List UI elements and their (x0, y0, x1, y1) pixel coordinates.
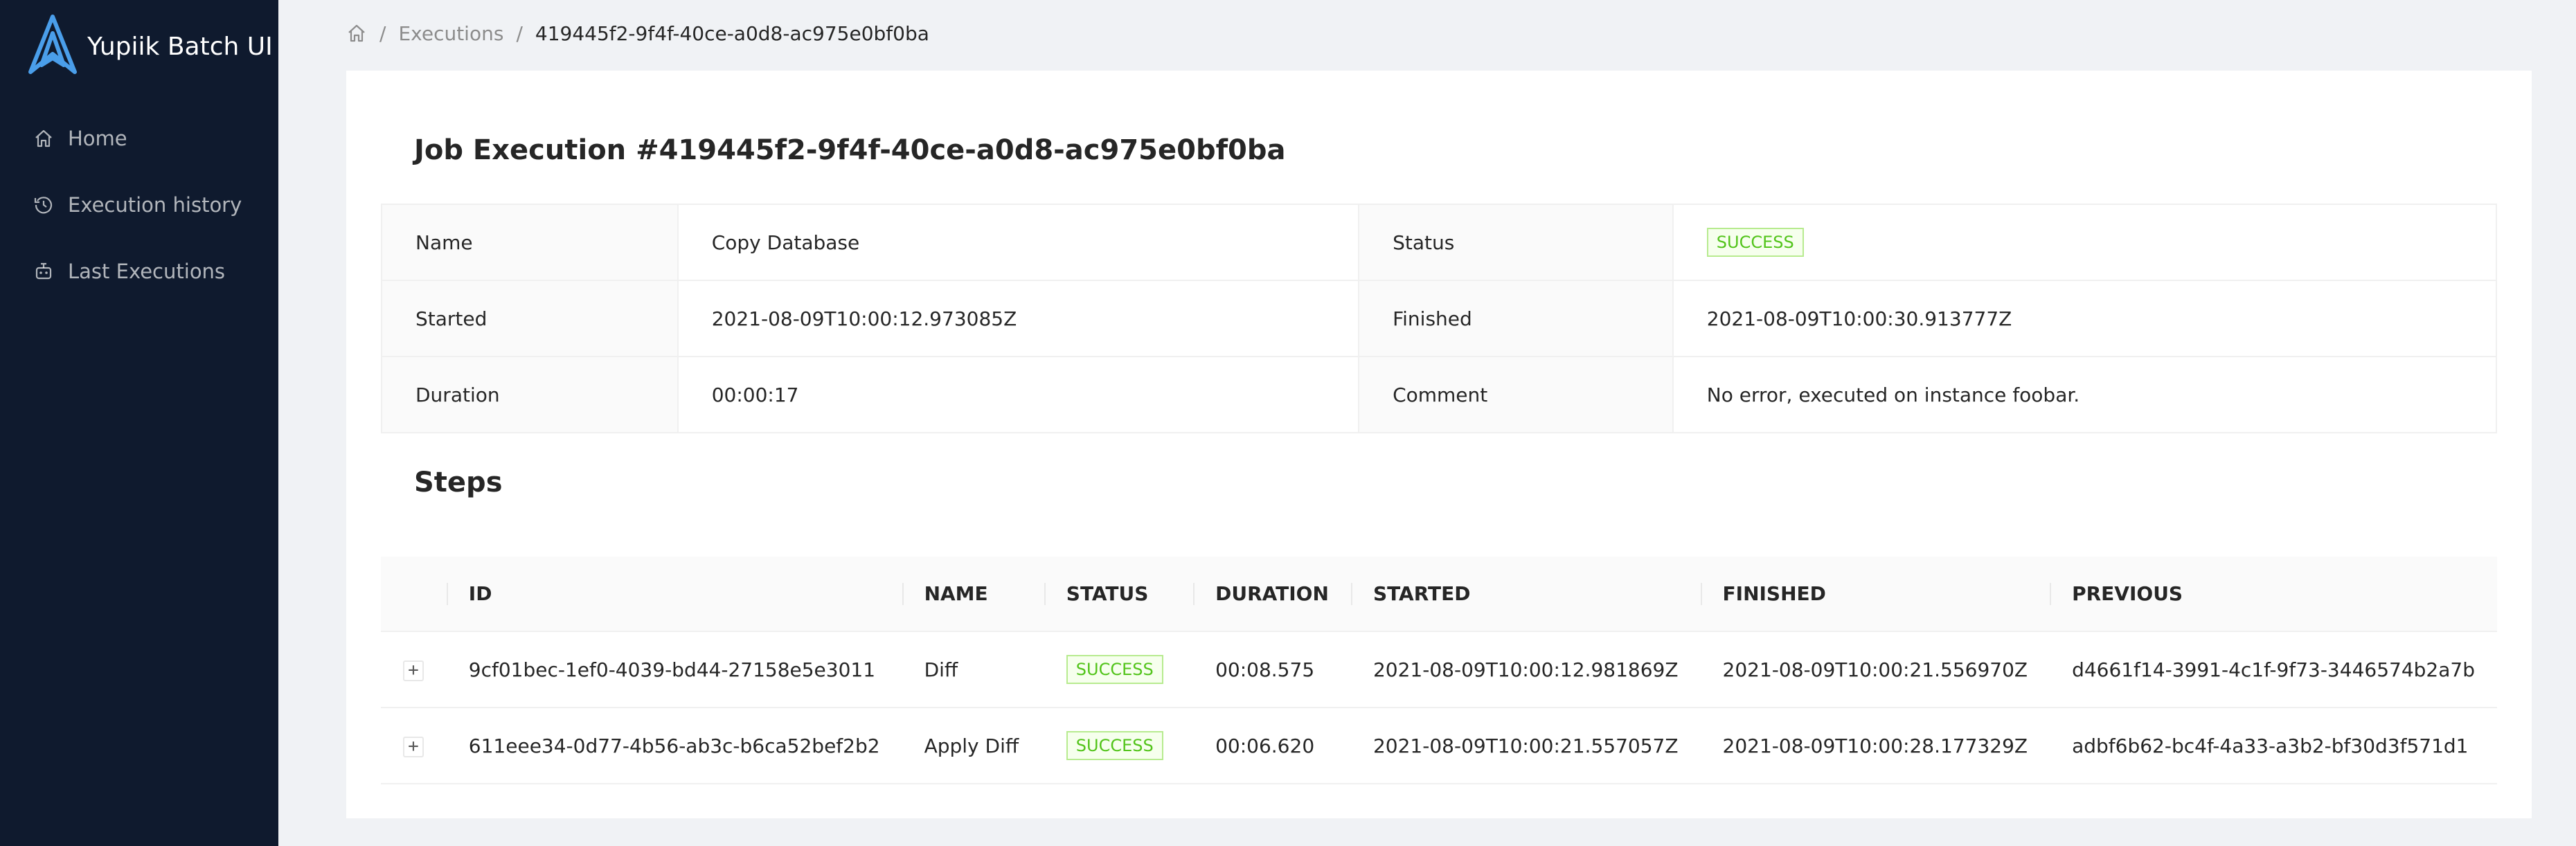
comment-label: Comment (1358, 356, 1674, 433)
status-label: Status (1358, 204, 1674, 281)
status-badge: SUCCESS (1706, 228, 1804, 257)
table-row[interactable]: + 611eee34-0d77-4b56-ab3c-b6ca52bef2b2 A… (381, 708, 2497, 784)
step-id: 9cf01bec-1ef0-4039-bd44-27158e5e3011 (446, 631, 902, 708)
table-header-row: ID NAME STATUS DURATION STARTED FINISHED… (381, 557, 2497, 632)
step-id: 611eee34-0d77-4b56-ab3c-b6ca52bef2b2 (446, 708, 902, 784)
expand-cell: + (381, 708, 447, 784)
yupiik-logo-icon (28, 15, 77, 74)
step-name: Diff (902, 631, 1044, 708)
history-icon (34, 197, 53, 214)
comment-value: No error, executed on instance foobar. (1672, 356, 2498, 433)
step-previous: d4661f14-3991-4c1f-9f73-3446574b2a7b (2050, 631, 2497, 708)
job-execution-card: Job Execution #419445f2-9f4f-40ce-a0d8-a… (346, 71, 2532, 818)
step-duration: 00:06.620 (1193, 708, 1351, 784)
started-value: 2021-08-09T10:00:12.973085Z (677, 280, 1360, 357)
column-header-id[interactable]: ID (446, 557, 902, 632)
brand[interactable]: Yupiik Batch UI (25, 12, 274, 80)
sidebar-item-label: Execution history (68, 193, 242, 217)
duration-label: Duration (381, 356, 679, 433)
sidebar-item-label: Home (68, 127, 127, 150)
column-header-previous[interactable]: PREVIOUS (2050, 557, 2497, 632)
duration-value: 00:00:17 (677, 356, 1360, 433)
breadcrumb: / Executions / 419445f2-9f4f-40ce-a0d8-a… (346, 19, 929, 47)
step-finished: 2021-08-09T10:00:28.177329Z (1700, 708, 2050, 784)
sidebar-item-last-executions[interactable]: Last Executions (0, 238, 278, 305)
step-started: 2021-08-09T10:00:21.557057Z (1350, 708, 1701, 784)
expand-row-button[interactable]: + (403, 737, 424, 757)
started-label: Started (381, 280, 679, 357)
expand-cell: + (381, 631, 447, 708)
status-cell: SUCCESS (1672, 204, 2498, 281)
finished-value: 2021-08-09T10:00:30.913777Z (1672, 280, 2498, 357)
app-title: Yupiik Batch UI (87, 32, 273, 61)
details-row: Started 2021-08-09T10:00:12.973085Z Fini… (381, 280, 2498, 357)
step-finished: 2021-08-09T10:00:21.556970Z (1700, 631, 2050, 708)
sidebar-menu: Home Execution history Last Executions (0, 105, 278, 305)
steps-table: ID NAME STATUS DURATION STARTED FINISHED… (381, 557, 2497, 784)
breadcrumb-link-executions[interactable]: Executions (398, 22, 503, 45)
column-header-name[interactable]: NAME (902, 557, 1044, 632)
steps-heading: Steps (414, 467, 503, 498)
name-label: Name (381, 204, 679, 281)
step-previous: adbf6b62-bc4f-4a33-a3b2-bf30d3f571d1 (2050, 708, 2497, 784)
details-row: Duration 00:00:17 Comment No error, exec… (381, 356, 2498, 433)
step-name: Apply Diff (902, 708, 1044, 784)
step-started: 2021-08-09T10:00:12.981869Z (1350, 631, 1701, 708)
sidebar-item-home[interactable]: Home (0, 105, 278, 172)
column-header-finished[interactable]: FINISHED (1700, 557, 2050, 632)
name-value: Copy Database (677, 204, 1360, 281)
status-badge: SUCCESS (1066, 731, 1163, 760)
expand-row-button[interactable]: + (403, 660, 424, 681)
breadcrumb-separator: / (379, 21, 386, 45)
sidebar-item-label: Last Executions (68, 260, 226, 283)
finished-label: Finished (1358, 280, 1674, 357)
column-header-status[interactable]: STATUS (1044, 557, 1194, 632)
table-row[interactable]: + 9cf01bec-1ef0-4039-bd44-27158e5e3011 D… (381, 631, 2497, 708)
column-header-duration[interactable]: DURATION (1193, 557, 1351, 632)
step-duration: 00:08.575 (1193, 631, 1351, 708)
robot-icon (35, 262, 52, 280)
details-row: Name Copy Database Status SUCCESS (381, 204, 2498, 281)
status-badge: SUCCESS (1066, 655, 1163, 684)
home-icon[interactable] (346, 23, 367, 44)
step-status-cell: SUCCESS (1044, 708, 1194, 784)
home-icon (35, 129, 52, 147)
breadcrumb-current: 419445f2-9f4f-40ce-a0d8-ac975e0bf0ba (535, 21, 929, 45)
sidebar-item-execution-history[interactable]: Execution history (0, 172, 278, 238)
column-header-started[interactable]: STARTED (1350, 557, 1701, 632)
column-header-expand (381, 557, 447, 632)
breadcrumb-separator: / (516, 21, 523, 45)
job-details-table: Name Copy Database Status SUCCESS Starte… (381, 204, 2498, 433)
step-status-cell: SUCCESS (1044, 631, 1194, 708)
page-title: Job Execution #419445f2-9f4f-40ce-a0d8-a… (414, 134, 1286, 166)
sidebar: Yupiik Batch UI Home Execution history L… (0, 0, 278, 846)
